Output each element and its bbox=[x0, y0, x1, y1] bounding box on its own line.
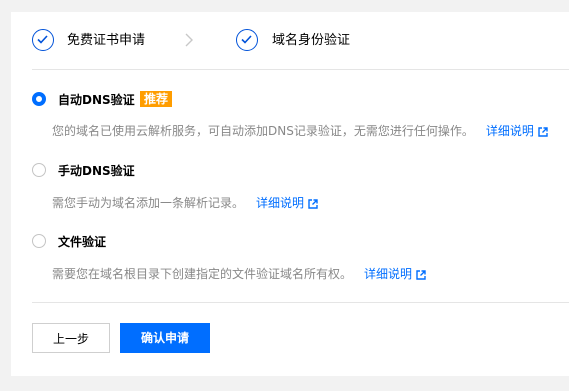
manual-dns-description-text: 需您手动为域名添加一条解析记录。 bbox=[52, 196, 245, 210]
external-link-icon[interactable] bbox=[416, 270, 426, 280]
option-auto-dns[interactable]: 自动DNS验证 推荐 您的域名已使用云解析服务，可自动添加DNS记录验证，无需您… bbox=[32, 91, 562, 151]
footer-divider bbox=[32, 302, 569, 303]
step-indicator: 免费证书申请 域名身份验证 bbox=[11, 12, 569, 70]
step-2-label: 域名身份验证 bbox=[272, 33, 351, 48]
external-link-icon[interactable] bbox=[308, 199, 318, 209]
manual-dns-description: 需您手动为域名添加一条解析记录。 详细说明 bbox=[52, 195, 318, 211]
verification-card: 免费证书申请 域名身份验证 自动DNS验证 推荐 您的域名已使用云解析服务，可自… bbox=[11, 12, 569, 376]
file-verify-description: 需要您在域名根目录下创建指定的文件验证域名所有权。 详细说明 bbox=[52, 266, 426, 282]
file-verify-title: 文件验证 bbox=[58, 235, 107, 249]
header-divider bbox=[32, 69, 569, 70]
manual-dns-radio[interactable] bbox=[32, 163, 46, 177]
step-1-label: 免费证书申请 bbox=[67, 33, 146, 48]
confirm-apply-button[interactable]: 确认申请 bbox=[120, 323, 210, 353]
auto-dns-detail-link[interactable]: 详细说明 bbox=[486, 124, 534, 138]
option-file-verify[interactable]: 文件验证 需要您在域名根目录下创建指定的文件验证域名所有权。 详细说明 bbox=[32, 233, 562, 289]
step-1-check-icon bbox=[32, 29, 54, 51]
file-verify-description-text: 需要您在域名根目录下创建指定的文件验证域名所有权。 bbox=[52, 267, 353, 281]
prev-step-button[interactable]: 上一步 bbox=[32, 323, 110, 353]
manual-dns-detail-link[interactable]: 详细说明 bbox=[256, 196, 304, 210]
auto-dns-description: 您的域名已使用云解析服务，可自动添加DNS记录验证，无需您进行任何操作。 详细说明 bbox=[52, 123, 548, 139]
option-manual-dns[interactable]: 手动DNS验证 需您手动为域名添加一条解析记录。 详细说明 bbox=[32, 162, 562, 218]
auto-dns-radio[interactable] bbox=[32, 92, 46, 106]
manual-dns-title: 手动DNS验证 bbox=[58, 164, 135, 178]
external-link-icon[interactable] bbox=[538, 127, 548, 137]
recommend-badge: 推荐 bbox=[140, 91, 173, 107]
chevron-right-icon bbox=[185, 33, 193, 47]
auto-dns-description-text: 您的域名已使用云解析服务，可自动添加DNS记录验证，无需您进行任何操作。 bbox=[52, 124, 474, 138]
step-2-check-icon bbox=[236, 29, 258, 51]
auto-dns-title: 自动DNS验证 bbox=[58, 93, 135, 107]
file-verify-detail-link[interactable]: 详细说明 bbox=[364, 267, 412, 281]
file-verify-radio[interactable] bbox=[32, 234, 46, 248]
